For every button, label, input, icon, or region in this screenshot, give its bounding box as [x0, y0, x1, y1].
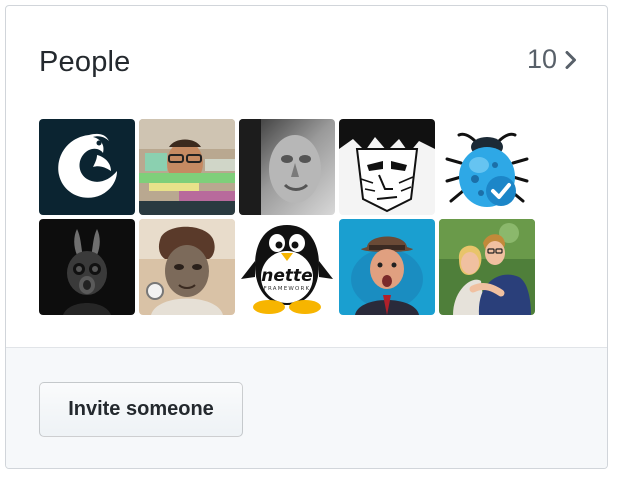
avatar-8[interactable]: nette FRAMEWORK: [239, 219, 335, 315]
avatar-5[interactable]: [439, 119, 535, 215]
people-count: 10: [526, 44, 557, 74]
avatar-7[interactable]: [139, 219, 235, 315]
hat-man-photo-image: [339, 219, 435, 315]
selfie-photo-image: [139, 219, 235, 315]
nette-sub-text: FRAMEWORK: [264, 286, 311, 292]
card-header: People 10: [39, 44, 577, 84]
card-footer: Invite someone: [6, 347, 607, 468]
avatar-2[interactable]: [139, 119, 235, 215]
nette-penguin-image: nette FRAMEWORK: [239, 219, 335, 315]
glitch-photo-image: [139, 119, 235, 215]
people-count-link[interactable]: 10: [527, 44, 577, 75]
avatar-4[interactable]: [339, 119, 435, 215]
avatar-3[interactable]: [239, 119, 335, 215]
avatar-1[interactable]: [39, 119, 135, 215]
gas-mask-bunny-image: [39, 219, 135, 315]
nette-logo-text: nette: [261, 266, 312, 286]
people-card: People 10 nette FRAMEWORK Invite someone: [5, 5, 608, 469]
avatar-6[interactable]: [39, 219, 135, 315]
couple-photo-image: [439, 219, 535, 315]
manga-face-image: [339, 119, 435, 215]
avatar-9[interactable]: [339, 219, 435, 315]
avatar-grid: nette FRAMEWORK: [39, 119, 535, 315]
avatar-10[interactable]: [439, 219, 535, 315]
stone-face-image: [239, 119, 335, 215]
chevron-right-icon: [565, 50, 576, 69]
people-title: People: [39, 46, 131, 78]
blue-bug-image: [439, 119, 535, 215]
phoenix-logo-image: [39, 119, 135, 215]
invite-someone-button[interactable]: Invite someone: [39, 382, 243, 437]
